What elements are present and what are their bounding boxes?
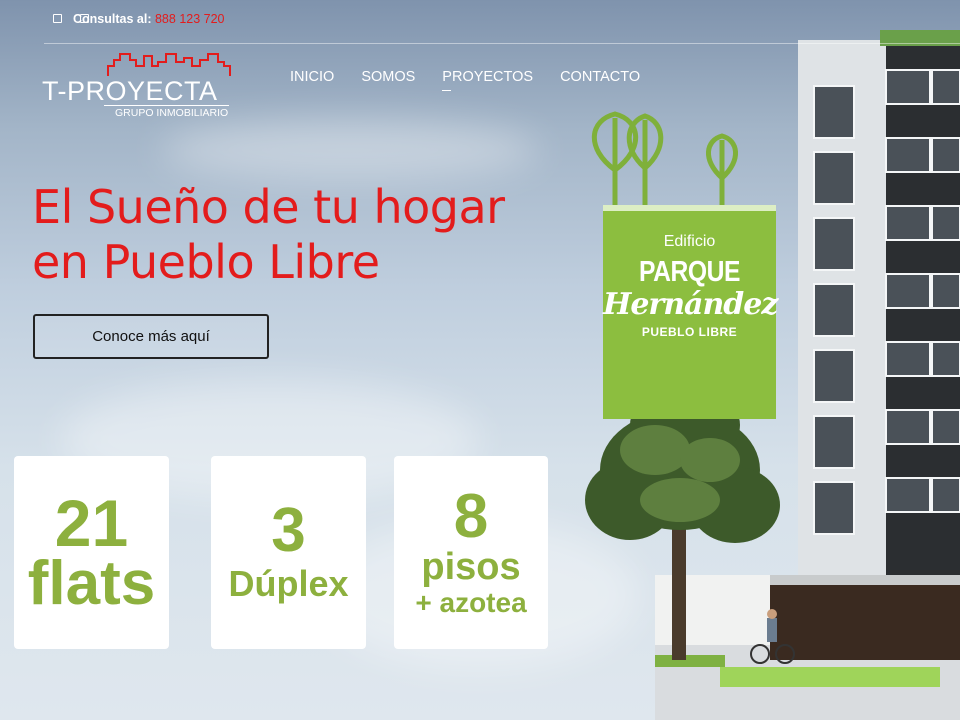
stat-label: pisos xyxy=(421,545,521,588)
nav-inicio[interactable]: INICIO xyxy=(290,69,334,85)
hero-title-line1: El Sueño de tu hogar xyxy=(32,180,505,234)
stat-number: 21 xyxy=(54,485,129,560)
logo-divider xyxy=(104,105,229,106)
badge-name-line2: Hernández xyxy=(603,287,778,322)
stat-label: flats xyxy=(27,548,156,618)
stat-number: 3 xyxy=(271,495,306,565)
stat-card-floors: 8 pisos + azotea xyxy=(394,456,548,649)
consult-label: Consultas al: xyxy=(73,12,152,26)
stat-card-flats: 21 flats xyxy=(14,456,169,649)
stat-extra: + azotea xyxy=(415,586,527,618)
stat-number: 8 xyxy=(453,481,489,551)
nav-proyectos[interactable]: PROYECTOS xyxy=(442,69,533,91)
project-badge[interactable]: Edificio PARQUE Hernández PUEBLO LIBRE xyxy=(603,205,778,419)
phone-number[interactable]: 888 123 720 xyxy=(155,12,225,26)
stat-card-duplex: 3 Dúplex xyxy=(211,456,366,649)
badge-top-strip xyxy=(603,205,776,211)
main-nav: INICIO SOMOS PROYECTOS CONTACTO xyxy=(290,69,667,91)
nav-somos[interactable]: SOMOS xyxy=(361,69,415,85)
badge-name-line1: PARQUE xyxy=(638,256,741,288)
badge-location: PUEBLO LIBRE xyxy=(641,325,738,339)
skyline-icon xyxy=(107,53,231,76)
logo-tagline: GRUPO INMOBILIARIO xyxy=(115,107,229,119)
hero-title: El Sueño de tu hogar en Pueblo Libre xyxy=(32,180,505,290)
learn-more-button[interactable]: Conoce más aquí xyxy=(33,314,269,359)
badge-label: Edificio xyxy=(663,233,716,250)
stat-label: Dúplex xyxy=(228,562,349,604)
contact-info: Consultas al: 888 123 720 xyxy=(73,12,225,26)
hero-title-line2: en Pueblo Libre xyxy=(32,235,380,289)
facebook-icon[interactable] xyxy=(53,14,62,23)
logo-name: T-PROYECTA xyxy=(42,76,218,106)
brand-logo[interactable]: T-PROYECTA GRUPO INMOBILIARIO xyxy=(42,50,237,125)
nav-contacto[interactable]: CONTACTO xyxy=(560,69,640,85)
